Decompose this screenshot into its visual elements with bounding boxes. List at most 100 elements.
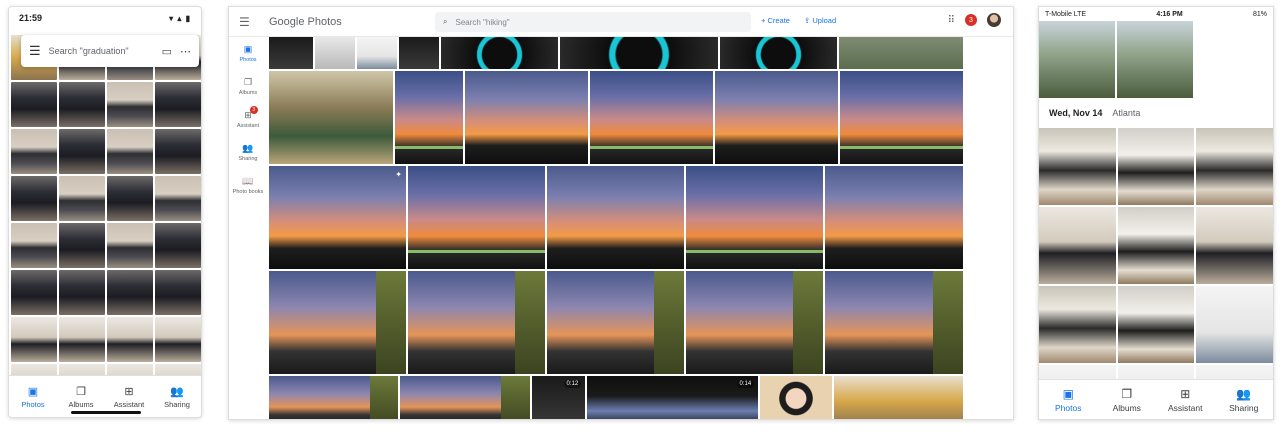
nav-item-sharing[interactable]: 👥 Sharing: [153, 376, 201, 417]
search-bar[interactable]: ⌕ Search "hiking": [435, 12, 751, 32]
photo-thumbnail[interactable]: [11, 129, 57, 174]
sidebar-item-assistant[interactable]: ⊞ 3 Assistant: [229, 103, 267, 136]
photo-thumbnail[interactable]: [1039, 207, 1116, 284]
location-label[interactable]: Atlanta: [1112, 108, 1140, 118]
photo-thumbnail[interactable]: [356, 37, 397, 69]
photo-thumbnail[interactable]: [1039, 128, 1116, 205]
photo-thumbnail[interactable]: [59, 223, 105, 268]
photo-thumbnail[interactable]: [59, 176, 105, 221]
apps-grid-icon[interactable]: ⠿: [948, 15, 955, 26]
photo-thumbnail[interactable]: [155, 270, 201, 315]
photo-thumbnail[interactable]: [107, 317, 153, 362]
photo-thumbnail[interactable]: [400, 376, 530, 419]
nav-label: Sharing: [164, 399, 190, 409]
photo-thumbnail[interactable]: [840, 71, 963, 164]
photo-thumbnail[interactable]: [11, 317, 57, 362]
photo-thumbnail[interactable]: [440, 37, 559, 69]
photo-grid: ✦ 0:12 0:14: [269, 37, 964, 419]
photo-thumbnail[interactable]: [59, 270, 105, 315]
photo-icon: ▣: [27, 385, 39, 398]
photo-thumbnail[interactable]: [155, 317, 201, 362]
nav-item-sharing[interactable]: 👥 Sharing: [1215, 380, 1274, 419]
avatar[interactable]: [987, 13, 1001, 27]
sidebar-item-sharing[interactable]: 👥 Sharing: [229, 136, 267, 169]
photo-thumbnail[interactable]: [155, 129, 201, 174]
photo-thumbnail[interactable]: [1196, 128, 1273, 205]
nav-item-assistant[interactable]: ⊞ Assistant: [1156, 380, 1215, 419]
photo-thumbnail[interactable]: [408, 271, 545, 374]
photo-icon: ▣: [1062, 386, 1074, 401]
status-bar: 21:59 ▾ ▴ ▮: [9, 7, 201, 29]
sidebar-item-photo-books[interactable]: 📖 Photo books: [229, 169, 267, 202]
photo-thumbnail[interactable]: [1196, 286, 1273, 363]
photo-thumbnail[interactable]: [839, 37, 963, 69]
photo-thumbnail[interactable]: [547, 271, 684, 374]
notification-badge[interactable]: 3: [965, 14, 977, 26]
google-photos-logo[interactable]: Google Photos: [269, 16, 342, 28]
photo-thumbnail[interactable]: [825, 271, 963, 374]
sidebar-label: Albums: [238, 90, 258, 96]
photo-thumbnail[interactable]: [1117, 21, 1193, 98]
photo-thumbnail[interactable]: [1117, 128, 1195, 205]
photo-thumbnail[interactable]: [825, 166, 963, 269]
video-thumbnail[interactable]: 0:12: [531, 376, 586, 419]
sidebar-item-albums[interactable]: ❐ Albums: [229, 70, 267, 103]
photo-thumbnail[interactable]: [560, 37, 718, 69]
photo-thumbnail[interactable]: [1117, 207, 1195, 284]
assistant-icon: ⊞: [1180, 386, 1191, 401]
photo-thumbnail[interactable]: [107, 176, 153, 221]
photo-thumbnail[interactable]: [107, 129, 153, 174]
photo-thumbnail[interactable]: [686, 166, 823, 269]
nav-item-photos[interactable]: ▣ Photos: [9, 376, 57, 417]
hamburger-menu-icon[interactable]: ☰: [29, 43, 41, 59]
search-input[interactable]: Search "graduation": [49, 46, 154, 56]
photo-thumbnail[interactable]: [715, 71, 838, 164]
photo-thumbnail[interactable]: [59, 129, 105, 174]
photo-thumbnail[interactable]: [686, 271, 823, 374]
upload-button[interactable]: ⇪ Upload: [804, 16, 836, 25]
photo-thumbnail[interactable]: ✦: [269, 166, 406, 269]
create-button[interactable]: + Create: [761, 16, 790, 25]
photo-thumbnail[interactable]: [314, 37, 355, 69]
cast-icon[interactable]: ▭: [162, 45, 172, 58]
search-bar[interactable]: ☰ Search "graduation" ▭ ⋯: [21, 35, 199, 67]
photo-thumbnail[interactable]: [408, 166, 545, 269]
photo-thumbnail[interactable]: [107, 270, 153, 315]
photo-thumbnail[interactable]: [59, 82, 105, 127]
photo-thumbnail[interactable]: [269, 376, 399, 419]
photo-thumbnail[interactable]: [833, 376, 964, 419]
photo-thumbnail[interactable]: [760, 376, 832, 419]
photo-thumbnail[interactable]: [59, 317, 105, 362]
hamburger-menu-icon[interactable]: ☰: [239, 15, 269, 29]
photo-thumbnail[interactable]: [590, 71, 713, 164]
photo-thumbnail[interactable]: [155, 176, 201, 221]
photo-thumbnail[interactable]: [107, 223, 153, 268]
photo-thumbnail[interactable]: [269, 37, 313, 69]
photo-thumbnail[interactable]: [155, 82, 201, 127]
photo-thumbnail[interactable]: [1039, 286, 1116, 363]
photo-thumbnail[interactable]: [395, 71, 463, 164]
photo-thumbnail[interactable]: [11, 82, 57, 127]
photo-thumbnail[interactable]: [547, 166, 684, 269]
photo-thumbnail[interactable]: [1039, 21, 1115, 98]
photo-thumbnail[interactable]: [1196, 207, 1273, 284]
photo-thumbnail[interactable]: [155, 223, 201, 268]
nav-item-photos[interactable]: ▣ Photos: [1039, 380, 1098, 419]
photo-thumbnail[interactable]: [465, 71, 588, 164]
albums-icon: ❐: [243, 77, 253, 87]
search-input[interactable]: Search "hiking": [455, 18, 509, 27]
photo-thumbnail[interactable]: [719, 37, 838, 69]
video-thumbnail[interactable]: 0:14: [587, 376, 759, 419]
photo-thumbnail[interactable]: [11, 223, 57, 268]
photo-thumbnail[interactable]: [269, 71, 393, 164]
photo-thumbnail[interactable]: [11, 176, 57, 221]
sidebar-item-photos[interactable]: ▣ Photos: [229, 37, 267, 70]
photo-thumbnail[interactable]: [269, 271, 406, 374]
video-duration: 0:12: [563, 380, 582, 388]
photo-thumbnail[interactable]: [11, 270, 57, 315]
more-options-icon[interactable]: ⋯: [180, 45, 191, 58]
nav-item-albums[interactable]: ❐ Albums: [1098, 380, 1157, 419]
photo-thumbnail[interactable]: [398, 37, 439, 69]
photo-thumbnail[interactable]: [1117, 286, 1195, 363]
photo-thumbnail[interactable]: [107, 82, 153, 127]
